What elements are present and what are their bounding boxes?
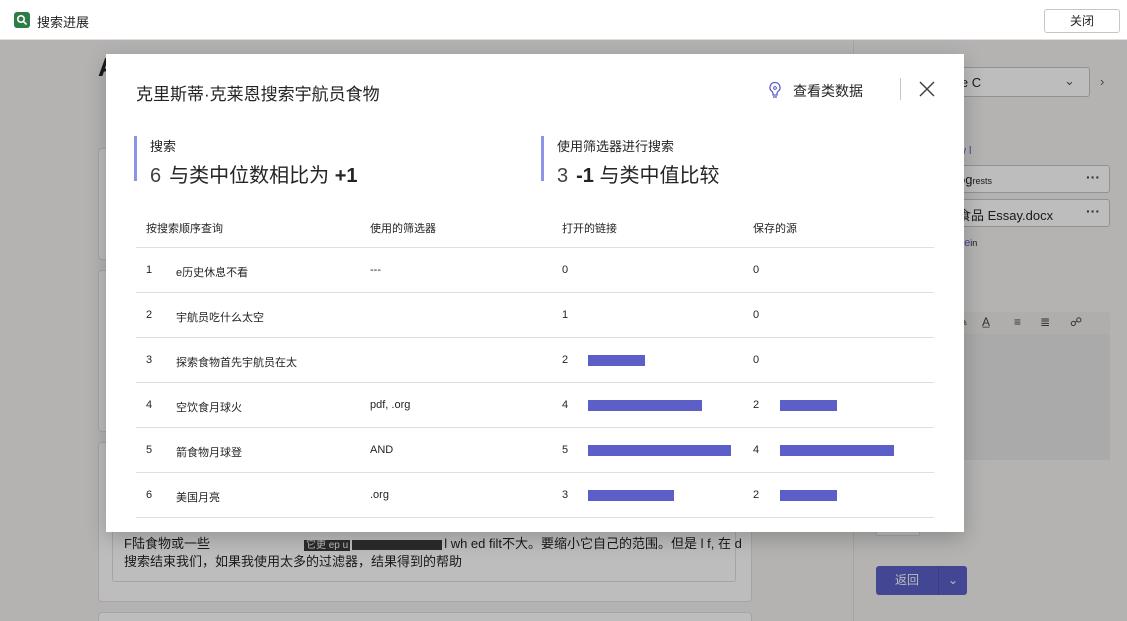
sources-saved-bar: [780, 445, 894, 456]
sources-saved-value: 2: [753, 489, 760, 501]
stat-label: 使用筛选器进行搜索: [557, 139, 675, 154]
filters-used: .org: [370, 489, 389, 501]
stat-label: 搜索: [150, 139, 177, 154]
column-header-query: 按搜索顺序查询: [146, 223, 223, 235]
sources-saved-value: 0: [753, 264, 760, 276]
row-number: 1: [146, 264, 153, 276]
stat-count: 3: [557, 165, 569, 187]
table-header: 按搜索顺序查询 使用的筛选器 打开的链接 保存的源: [136, 206, 934, 248]
close-button[interactable]: 关闭: [1044, 9, 1120, 33]
column-header-saved: 保存的源: [753, 223, 797, 235]
sources-saved-bar: [780, 490, 837, 501]
stat-delta: +1: [334, 165, 358, 187]
query-text: 探索食物首先宇航员在太: [176, 357, 297, 369]
filters-used: pdf, .org: [370, 399, 411, 411]
row-number: 4: [146, 399, 153, 411]
query-text: e历史休息不看: [176, 267, 249, 279]
search-progress-dialog: 克里斯蒂·克莱恩搜索宇航员食物 查看类数据 搜索 6 与类中位数相比为 +1 使用…: [106, 54, 964, 532]
stat-delta: -1: [576, 165, 594, 187]
dialog-title: 克里斯蒂·克莱恩搜索宇航员食物: [136, 85, 380, 104]
sources-saved-bar: [780, 400, 837, 411]
stat-value: 6 与类中位数相比为 +1: [150, 159, 358, 188]
close-icon[interactable]: [917, 79, 937, 99]
table-row: 6 美国月亮 .org 3 2: [136, 473, 934, 518]
table-row: 4 空饮食月球火 pdf, .org 4 2: [136, 383, 934, 428]
filters-used: ---: [370, 264, 381, 276]
row-number: 3: [146, 354, 153, 366]
query-text: 美国月亮: [176, 492, 220, 504]
stat-comparison-text: 与类中位数相比为: [169, 165, 330, 187]
table-row: 5 箭食物月球登 AND 5 4: [136, 428, 934, 473]
query-text: 箭食物月球登: [176, 447, 242, 459]
lightbulb-icon: [769, 81, 781, 98]
table-row: 3 探索食物首先宇航员在太 2 0: [136, 338, 934, 383]
stat-value: 3 -1 与类中值比较: [557, 159, 719, 188]
stat-searches: 搜索 6 与类中位数相比为 +1: [134, 136, 358, 187]
links-opened-bar: [588, 445, 731, 456]
table-row: 2 宇航员吃什么太空 1 0: [136, 293, 934, 338]
links-opened-value: 2: [562, 354, 569, 366]
sources-saved-value: 2: [753, 399, 760, 411]
sources-saved-value: 0: [753, 309, 760, 321]
query-text: 空饮食月球火: [176, 402, 242, 414]
links-opened-value: 4: [562, 399, 569, 411]
table-body: 1 e历史休息不看 --- 0 0 2 宇航员吃什么太空 1 0 3 探索食物首先宇航员在太 2 0 4 空…: [136, 248, 934, 518]
links-opened-value: 0: [562, 264, 569, 276]
query-text: 宇航员吃什么太空: [176, 312, 264, 324]
filters-used: AND: [370, 444, 394, 456]
top-bar: 搜索进展 关闭: [0, 0, 1127, 40]
sources-saved-value: 4: [753, 444, 760, 456]
column-header-links: 打开的链接: [562, 223, 617, 235]
queries-table: 按搜索顺序查询 使用的筛选器 打开的链接 保存的源 1 e历史休息不看 --- 0 0 2…: [136, 206, 934, 518]
row-number: 6: [146, 489, 153, 501]
stat-filtered-searches: 使用筛选器进行搜索 3 -1 与类中值比较: [541, 136, 719, 187]
stat-comparison-text: 与类中值比较: [599, 165, 720, 187]
column-header-filters: 使用的筛选器: [370, 223, 436, 235]
links-opened-bar: [588, 490, 674, 501]
view-class-data-label: 查看类数据: [793, 83, 863, 99]
links-opened-value: 1: [562, 309, 569, 321]
table-row: 1 e历史休息不看 --- 0 0: [136, 248, 934, 293]
search-app-icon: [14, 12, 30, 28]
links-opened-value: 3: [562, 489, 569, 501]
stat-count: 6: [150, 165, 162, 187]
app-title: 搜索进展: [37, 15, 90, 30]
links-opened-value: 5: [562, 444, 569, 456]
links-opened-bar: [588, 355, 645, 366]
links-opened-bar: [588, 400, 702, 411]
sources-saved-value: 0: [753, 354, 760, 366]
divider: [900, 78, 901, 100]
row-number: 5: [146, 444, 153, 456]
row-number: 2: [146, 309, 153, 321]
